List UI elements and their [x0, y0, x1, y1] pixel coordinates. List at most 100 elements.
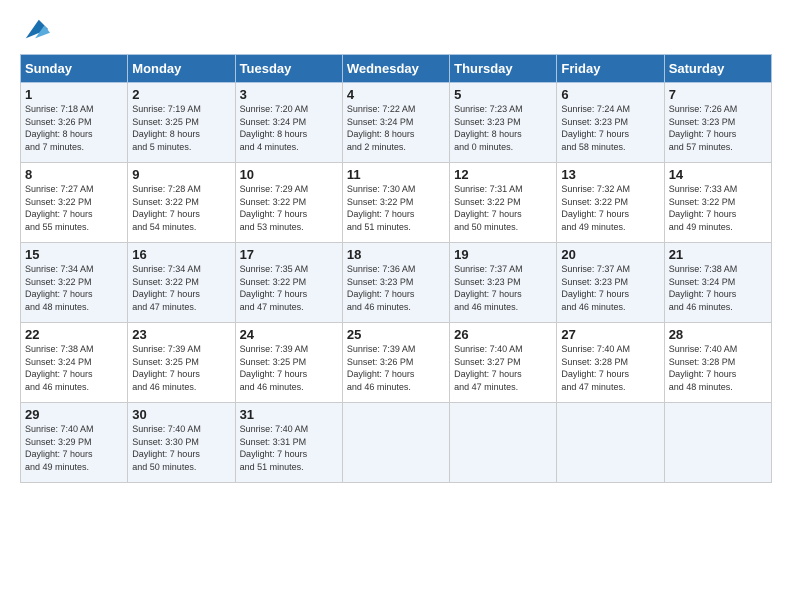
day-number: 2 [132, 87, 230, 102]
day-number: 17 [240, 247, 338, 262]
calendar-header-cell: Saturday [664, 55, 771, 83]
day-number: 20 [561, 247, 659, 262]
calendar-day-cell: 20 Sunrise: 7:37 AM Sunset: 3:23 PM Dayli… [557, 243, 664, 323]
calendar-day-cell: 28Sunrise: 7:40 AM Sunset: 3:28 PM Dayli… [664, 323, 771, 403]
day-info: Sunrise: 7:38 AM Sunset: 3:24 PM Dayligh… [25, 344, 94, 392]
calendar-day-cell: 9 Sunrise: 7:28 AM Sunset: 3:22 PM Daylig… [128, 163, 235, 243]
calendar-header-cell: Thursday [450, 55, 557, 83]
calendar-day-cell: 26 Sunrise: 7:40 AM Sunset: 3:27 PM Dayli… [450, 323, 557, 403]
day-info: Sunrise: 7:24 AM Sunset: 3:23 PM Dayligh… [561, 104, 630, 152]
day-info: Sunrise: 7:39 AM Sunset: 3:26 PM Dayligh… [347, 344, 416, 392]
calendar-table: SundayMondayTuesdayWednesdayThursdayFrid… [20, 54, 772, 483]
day-info: Sunrise: 7:26 AM Sunset: 3:23 PM Dayligh… [669, 104, 738, 152]
calendar-header-row: SundayMondayTuesdayWednesdayThursdayFrid… [21, 55, 772, 83]
day-info: Sunrise: 7:38 AM Sunset: 3:24 PM Dayligh… [669, 264, 738, 312]
day-info: Sunrise: 7:32 AM Sunset: 3:22 PM Dayligh… [561, 184, 630, 232]
calendar-day-cell: 17 Sunrise: 7:35 AM Sunset: 3:22 PM Dayli… [235, 243, 342, 323]
calendar-day-cell [342, 403, 449, 483]
day-number: 22 [25, 327, 123, 342]
day-number: 6 [561, 87, 659, 102]
calendar-day-cell: 19 Sunrise: 7:37 AM Sunset: 3:23 PM Dayli… [450, 243, 557, 323]
calendar-day-cell: 4 Sunrise: 7:22 AM Sunset: 3:24 PM Daylig… [342, 83, 449, 163]
day-number: 4 [347, 87, 445, 102]
day-info: Sunrise: 7:30 AM Sunset: 3:22 PM Dayligh… [347, 184, 416, 232]
calendar-day-cell [450, 403, 557, 483]
calendar-day-cell: 16 Sunrise: 7:34 AM Sunset: 3:22 PM Dayli… [128, 243, 235, 323]
day-number: 15 [25, 247, 123, 262]
day-info: Sunrise: 7:19 AM Sunset: 3:25 PM Dayligh… [132, 104, 201, 152]
day-info: Sunrise: 7:33 AM Sunset: 3:22 PM Dayligh… [669, 184, 738, 232]
day-number: 26 [454, 327, 552, 342]
day-info: Sunrise: 7:34 AM Sunset: 3:22 PM Dayligh… [132, 264, 201, 312]
calendar-day-cell: 22 Sunrise: 7:38 AM Sunset: 3:24 PM Dayli… [21, 323, 128, 403]
day-number: 21 [669, 247, 767, 262]
day-number: 9 [132, 167, 230, 182]
day-info: Sunrise: 7:28 AM Sunset: 3:22 PM Dayligh… [132, 184, 201, 232]
day-number: 5 [454, 87, 552, 102]
calendar-day-cell: 12 Sunrise: 7:31 AM Sunset: 3:22 PM Dayli… [450, 163, 557, 243]
calendar-header-cell: Sunday [21, 55, 128, 83]
calendar-day-cell: 24 Sunrise: 7:39 AM Sunset: 3:25 PM Dayli… [235, 323, 342, 403]
calendar-day-cell: 1Sunrise: 7:18 AM Sunset: 3:26 PM Daylig… [21, 83, 128, 163]
calendar-day-cell: 29 Sunrise: 7:40 AM Sunset: 3:29 PM Dayli… [21, 403, 128, 483]
calendar-day-cell: 30Sunrise: 7:40 AM Sunset: 3:30 PM Dayli… [128, 403, 235, 483]
day-number: 29 [25, 407, 123, 422]
calendar-day-cell: 10Sunrise: 7:29 AM Sunset: 3:22 PM Dayli… [235, 163, 342, 243]
day-number: 8 [25, 167, 123, 182]
day-info: Sunrise: 7:36 AM Sunset: 3:23 PM Dayligh… [347, 264, 416, 312]
calendar-header-cell: Monday [128, 55, 235, 83]
day-info: Sunrise: 7:40 AM Sunset: 3:30 PM Dayligh… [132, 424, 201, 472]
day-info: Sunrise: 7:39 AM Sunset: 3:25 PM Dayligh… [240, 344, 309, 392]
calendar-week-row: 8Sunrise: 7:27 AM Sunset: 3:22 PM Daylig… [21, 163, 772, 243]
day-number: 23 [132, 327, 230, 342]
day-info: Sunrise: 7:37 AM Sunset: 3:23 PM Dayligh… [561, 264, 630, 312]
calendar-day-cell: 27Sunrise: 7:40 AM Sunset: 3:28 PM Dayli… [557, 323, 664, 403]
day-info: Sunrise: 7:40 AM Sunset: 3:29 PM Dayligh… [25, 424, 94, 472]
day-info: Sunrise: 7:34 AM Sunset: 3:22 PM Dayligh… [25, 264, 94, 312]
day-info: Sunrise: 7:20 AM Sunset: 3:24 PM Dayligh… [240, 104, 309, 152]
calendar-day-cell: 5 Sunrise: 7:23 AM Sunset: 3:23 PM Daylig… [450, 83, 557, 163]
calendar-header-cell: Tuesday [235, 55, 342, 83]
calendar-header-cell: Wednesday [342, 55, 449, 83]
day-number: 27 [561, 327, 659, 342]
page-container: SundayMondayTuesdayWednesdayThursdayFrid… [0, 0, 792, 493]
calendar-day-cell: 2 Sunrise: 7:19 AM Sunset: 3:25 PM Daylig… [128, 83, 235, 163]
calendar-day-cell: 31 Sunrise: 7:40 AM Sunset: 3:31 PM Dayli… [235, 403, 342, 483]
day-info: Sunrise: 7:35 AM Sunset: 3:22 PM Dayligh… [240, 264, 309, 312]
day-number: 12 [454, 167, 552, 182]
day-info: Sunrise: 7:23 AM Sunset: 3:23 PM Dayligh… [454, 104, 523, 152]
calendar-day-cell: 23Sunrise: 7:39 AM Sunset: 3:25 PM Dayli… [128, 323, 235, 403]
day-info: Sunrise: 7:31 AM Sunset: 3:22 PM Dayligh… [454, 184, 523, 232]
day-number: 10 [240, 167, 338, 182]
calendar-day-cell: 14 Sunrise: 7:33 AM Sunset: 3:22 PM Dayli… [664, 163, 771, 243]
calendar-week-row: 1Sunrise: 7:18 AM Sunset: 3:26 PM Daylig… [21, 83, 772, 163]
calendar-day-cell: 15 Sunrise: 7:34 AM Sunset: 3:22 PM Dayli… [21, 243, 128, 323]
calendar-day-cell: 21 Sunrise: 7:38 AM Sunset: 3:24 PM Dayli… [664, 243, 771, 323]
day-number: 19 [454, 247, 552, 262]
day-info: Sunrise: 7:40 AM Sunset: 3:27 PM Dayligh… [454, 344, 523, 392]
day-info: Sunrise: 7:22 AM Sunset: 3:24 PM Dayligh… [347, 104, 416, 152]
calendar-day-cell: 25 Sunrise: 7:39 AM Sunset: 3:26 PM Dayli… [342, 323, 449, 403]
calendar-week-row: 15 Sunrise: 7:34 AM Sunset: 3:22 PM Dayli… [21, 243, 772, 323]
calendar-day-cell: 6 Sunrise: 7:24 AM Sunset: 3:23 PM Daylig… [557, 83, 664, 163]
day-info: Sunrise: 7:40 AM Sunset: 3:31 PM Dayligh… [240, 424, 309, 472]
day-number: 7 [669, 87, 767, 102]
day-number: 16 [132, 247, 230, 262]
day-info: Sunrise: 7:40 AM Sunset: 3:28 PM Dayligh… [669, 344, 738, 392]
calendar-day-cell: 8Sunrise: 7:27 AM Sunset: 3:22 PM Daylig… [21, 163, 128, 243]
day-number: 11 [347, 167, 445, 182]
day-number: 31 [240, 407, 338, 422]
day-number: 25 [347, 327, 445, 342]
logo-icon [22, 16, 50, 44]
calendar-day-cell: 18Sunrise: 7:36 AM Sunset: 3:23 PM Dayli… [342, 243, 449, 323]
calendar-week-row: 22 Sunrise: 7:38 AM Sunset: 3:24 PM Dayli… [21, 323, 772, 403]
day-number: 1 [25, 87, 123, 102]
logo [20, 16, 50, 44]
day-number: 13 [561, 167, 659, 182]
day-number: 14 [669, 167, 767, 182]
page-header [20, 16, 772, 44]
calendar-day-cell: 3Sunrise: 7:20 AM Sunset: 3:24 PM Daylig… [235, 83, 342, 163]
day-info: Sunrise: 7:37 AM Sunset: 3:23 PM Dayligh… [454, 264, 523, 312]
calendar-body: 1Sunrise: 7:18 AM Sunset: 3:26 PM Daylig… [21, 83, 772, 483]
day-number: 24 [240, 327, 338, 342]
